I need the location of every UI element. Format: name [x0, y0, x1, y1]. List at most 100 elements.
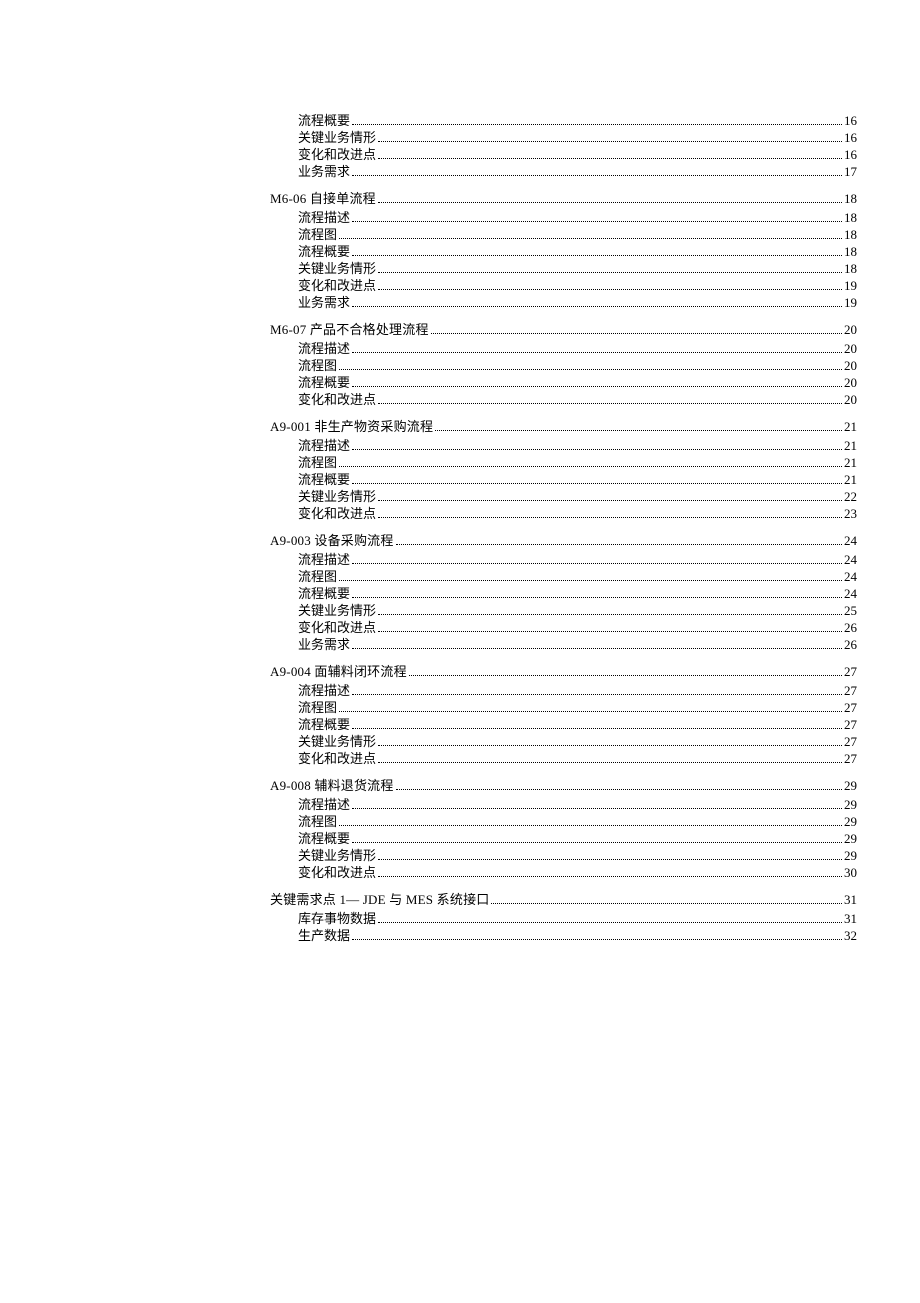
toc-entry-level1[interactable]: M6-06 自接单流程18 — [270, 192, 857, 205]
toc-entry-label: 变化和改进点 — [298, 507, 376, 520]
toc-entry-level2[interactable]: 流程描述21 — [298, 439, 857, 452]
toc-leader-dots — [352, 116, 842, 125]
toc-entry-level2[interactable]: 业务需求19 — [298, 296, 857, 309]
toc-entry-level2[interactable]: 变化和改进点30 — [298, 866, 857, 879]
toc-entry-level2[interactable]: 流程概要24 — [298, 587, 857, 600]
toc-entry-level2[interactable]: 流程图18 — [298, 228, 857, 241]
toc-entry-level1[interactable]: 关键需求点 1— JDE 与 MES 系统接口31 — [270, 893, 857, 906]
toc-entry-label: 流程描述 — [298, 684, 350, 697]
toc-entry-page: 32 — [844, 929, 857, 942]
toc-entry-page: 18 — [844, 245, 857, 258]
toc-leader-dots — [352, 441, 842, 450]
toc-leader-dots — [352, 247, 842, 256]
toc-entry-level2[interactable]: 关键业务情形22 — [298, 490, 857, 503]
toc-entry-page: 31 — [844, 912, 857, 925]
toc-entry-page: 23 — [844, 507, 857, 520]
toc-entry-label: A9-003 设备采购流程 — [270, 534, 394, 547]
toc-leader-dots — [352, 378, 842, 387]
toc-entry-page: 19 — [844, 296, 857, 309]
toc-entry-page: 20 — [844, 342, 857, 355]
toc-entry-level2[interactable]: 关键业务情形16 — [298, 131, 857, 144]
toc-entry-level2[interactable]: 流程图21 — [298, 456, 857, 469]
toc-entry-level1[interactable]: A9-001 非生产物资采购流程21 — [270, 420, 857, 433]
toc-leader-dots — [378, 754, 842, 763]
toc-entry-level2[interactable]: 流程概要27 — [298, 718, 857, 731]
toc-entry-level2[interactable]: 流程描述 20 — [298, 342, 857, 355]
toc-entry-level1[interactable]: M6-07 产品不合格处理流程 20 — [270, 323, 857, 336]
toc-entry-level1[interactable]: A9-004 面辅料闭环流程27 — [270, 665, 857, 678]
toc-entry-level2[interactable]: 库存事物数据31 — [298, 912, 857, 925]
toc-entry-level1[interactable]: A9-008 辅料退货流程 29 — [270, 779, 857, 792]
toc-entry-page: 22 — [844, 490, 857, 503]
toc-entry-level2[interactable]: 流程描述18 — [298, 211, 857, 224]
toc-entry-level2[interactable]: 流程描述24 — [298, 553, 857, 566]
toc-entry-level2[interactable]: 业务需求17 — [298, 165, 857, 178]
toc-leader-dots — [352, 555, 842, 564]
toc-leader-dots — [396, 781, 842, 790]
toc-entry-level2[interactable]: 流程概要 21 — [298, 473, 857, 486]
toc-entry-level2[interactable]: 流程概要16 — [298, 114, 857, 127]
toc-entry-label: 流程图 — [298, 228, 337, 241]
toc-entry-page: 19 — [844, 279, 857, 292]
toc-entry-page: 20 — [844, 359, 857, 372]
toc-entry-level2[interactable]: 流程概要20 — [298, 376, 857, 389]
toc-entry-label: 关键业务情形 — [298, 849, 376, 862]
toc-entry-level2[interactable]: 流程描述29 — [298, 798, 857, 811]
toc-entry-label: 流程概要 — [298, 473, 350, 486]
toc-leader-dots — [378, 606, 842, 615]
toc-entry-level2[interactable]: 流程描述 27 — [298, 684, 857, 697]
toc-leader-dots — [352, 720, 842, 729]
toc-entry-level2[interactable]: 生产数据 32 — [298, 929, 857, 942]
toc-entry-page: 30 — [844, 866, 857, 879]
toc-entry-page: 29 — [844, 798, 857, 811]
toc-entry-label: 流程概要 — [298, 587, 350, 600]
toc-section: A9-004 面辅料闭环流程27 流程描述 27 流程图27 流程概要27 关键业务情形2… — [270, 665, 857, 765]
toc-entry-level2[interactable]: 变化和改进点19 — [298, 279, 857, 292]
toc-leader-dots — [352, 298, 842, 307]
toc-entry-level2[interactable]: 变化和改进点26 — [298, 621, 857, 634]
toc-leader-dots — [378, 150, 842, 159]
toc-entry-level2[interactable]: 变化和改进点20 — [298, 393, 857, 406]
toc-entry-label: 流程概要 — [298, 832, 350, 845]
toc-entry-level2[interactable]: 变化和改进点16 — [298, 148, 857, 161]
toc-entry-level1[interactable]: A9-003 设备采购流程24 — [270, 534, 857, 547]
toc-entry-level2[interactable]: 关键业务情形27 — [298, 735, 857, 748]
toc-entry-label: 流程描述 — [298, 342, 350, 355]
toc-entry-level2[interactable]: 变化和改进点27 — [298, 752, 857, 765]
toc-entry-level2[interactable]: 流程图29 — [298, 815, 857, 828]
toc-entry-page: 16 — [844, 114, 857, 127]
toc-entry-page: 25 — [844, 604, 857, 617]
toc-leader-dots — [352, 344, 842, 353]
toc-leader-dots — [339, 572, 842, 581]
toc-leader-dots — [352, 800, 842, 809]
toc-entry-level2[interactable]: 流程图27 — [298, 701, 857, 714]
toc-entry-label: 流程图 — [298, 359, 337, 372]
toc-entry-level2[interactable]: 流程图 20 — [298, 359, 857, 372]
toc-entry-label: 变化和改进点 — [298, 393, 376, 406]
toc-entry-level2[interactable]: 业务需求26 — [298, 638, 857, 651]
toc-entry-level2[interactable]: 流程概要18 — [298, 245, 857, 258]
toc-entry-label: 变化和改进点 — [298, 752, 376, 765]
toc-entry-page: 20 — [844, 376, 857, 389]
toc-entry-page: 26 — [844, 621, 857, 634]
toc-entry-label: 生产数据 — [298, 929, 350, 942]
toc-entry-label: M6-07 产品不合格处理流程 — [270, 323, 429, 336]
toc-section: 关键需求点 1— JDE 与 MES 系统接口31 库存事物数据31 生产数据 32 — [270, 893, 857, 942]
toc-entry-level2[interactable]: 变化和改进点 23 — [298, 507, 857, 520]
toc-entry-page: 29 — [844, 779, 857, 792]
toc-entry-page: 27 — [844, 684, 857, 697]
toc-entry-label: A9-008 辅料退货流程 — [270, 779, 394, 792]
toc-entry-level2[interactable]: 流程图24 — [298, 570, 857, 583]
toc-entry-page: 24 — [844, 570, 857, 583]
toc-entry-page: 21 — [844, 473, 857, 486]
toc-entry-level2[interactable]: 关键业务情形18 — [298, 262, 857, 275]
toc-entry-label: 流程描述 — [298, 553, 350, 566]
toc-entry-level2[interactable]: 流程概要29 — [298, 832, 857, 845]
toc-leader-dots — [378, 914, 842, 923]
toc-entry-level2[interactable]: 关键业务情形25 — [298, 604, 857, 617]
toc-section: 流程概要16 关键业务情形16 变化和改进点16 业务需求17 — [270, 114, 857, 178]
toc-entry-label: 流程图 — [298, 701, 337, 714]
toc-entry-label: 流程描述 — [298, 439, 350, 452]
toc-entry-page: 20 — [844, 323, 857, 336]
toc-entry-level2[interactable]: 关键业务情形29 — [298, 849, 857, 862]
